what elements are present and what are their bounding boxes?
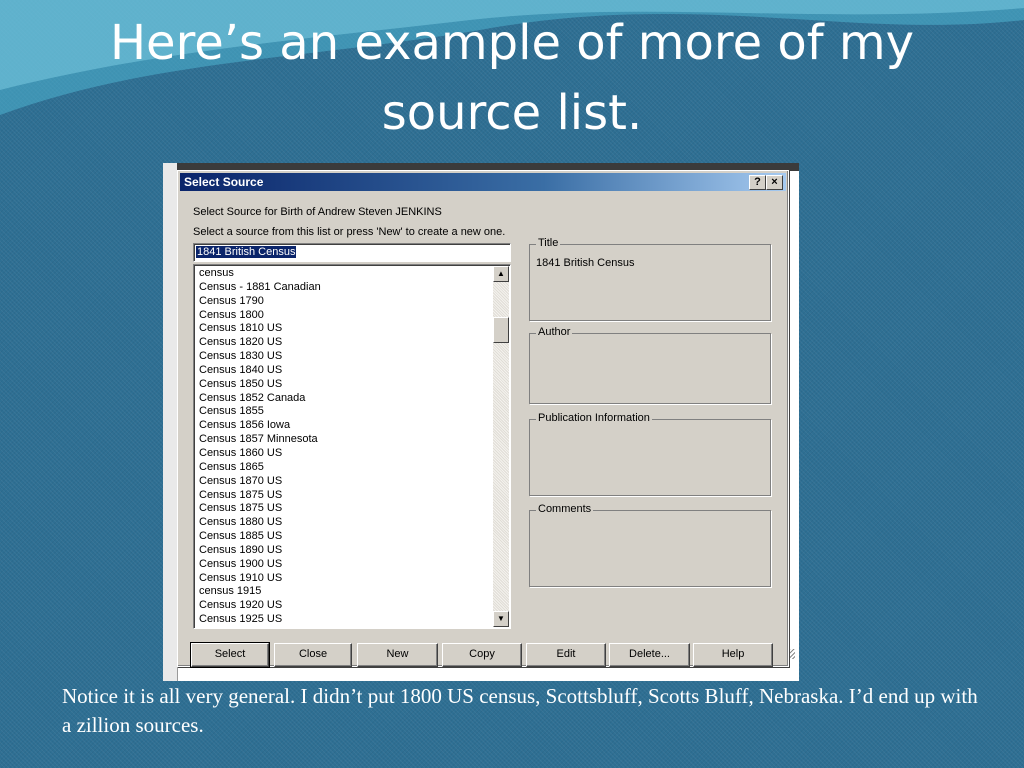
new-button[interactable]: New [357,643,438,667]
select-button[interactable]: Select [190,642,270,668]
list-item[interactable]: Census 1830 US [199,350,489,364]
list-scrollbar[interactable]: ▲ ▼ [493,266,509,627]
dialog-instruction: Select a source from this list or press … [193,226,506,238]
title-group-value: 1841 British Census [536,257,635,269]
publication-group: Publication Information [529,412,771,496]
list-item[interactable]: census 1915 [199,585,489,599]
scroll-up-icon[interactable]: ▲ [493,266,509,282]
background-window-edge [163,163,178,681]
close-button[interactable]: Close [274,643,352,667]
list-item[interactable]: Census 1920 US [199,599,489,613]
list-item[interactable]: Census 1852 Canada [199,392,489,406]
publication-group-label: Publication Information [536,412,652,424]
comments-group: Comments [529,503,771,587]
dialog-titlebar[interactable]: Select Source ? × [180,173,786,191]
list-item[interactable]: Census 1790 [199,295,489,309]
list-item[interactable]: Census 1810 US [199,322,489,336]
source-search-input[interactable]: 1841 British Census [193,243,511,262]
close-icon[interactable]: × [766,175,783,190]
list-item[interactable]: Census 1855 [199,405,489,419]
copy-button[interactable]: Copy [442,643,522,667]
source-list-items: census Census - 1881 Canadian Census 1790 C… [199,267,489,627]
help-icon[interactable]: ? [749,175,766,190]
list-item[interactable]: Census 1925 US [199,613,489,627]
scroll-thumb[interactable] [493,317,509,343]
list-item[interactable]: Census 1870 US [199,475,489,489]
slide-title: Here’s an example of more of my source l… [109,15,915,141]
list-item[interactable]: Census 1857 Minnesota [199,433,489,447]
select-source-dialog: Select Source ? × Select Source for Birt… [177,170,789,668]
author-group-label: Author [536,326,573,338]
comments-group-label: Comments [536,503,594,515]
list-item[interactable]: Census 1875 US [199,489,489,503]
list-item[interactable]: Census 1860 US [199,447,489,461]
list-item[interactable]: Census 1880 US [199,516,489,530]
source-listbox[interactable]: census Census - 1881 Canadian Census 1790 C… [193,264,511,629]
list-item[interactable]: Census 1885 US [199,530,489,544]
delete-button[interactable]: Delete... [609,643,690,667]
title-group: Title 1841 British Census [529,237,771,321]
list-item[interactable]: Census 1800 [199,309,489,323]
list-item[interactable]: Census 1820 US [199,336,489,350]
help-button[interactable]: Help [693,643,773,667]
scroll-down-icon[interactable]: ▼ [493,611,509,627]
list-item[interactable]: Census 1890 US [199,544,489,558]
list-item[interactable]: Census - 1881 Canadian [199,281,489,295]
screenshot-image: Select Source ? × Select Source for Birt… [163,163,799,681]
slide-caption: Notice it is all very general. I didn’t … [62,684,978,737]
list-item[interactable]: Census 1900 US [199,558,489,572]
list-item[interactable]: Census 1865 [199,461,489,475]
list-item[interactable]: Census 1910 US [199,572,489,586]
dialog-title: Select Source [184,175,264,189]
title-group-label: Title [536,237,561,249]
author-group: Author [529,326,771,404]
list-item[interactable]: Census 1850 US [199,378,489,392]
source-search-value: 1841 British Census [196,246,297,258]
list-item[interactable]: census [199,267,489,281]
list-item[interactable]: Census 1856 Iowa [199,419,489,433]
list-item[interactable]: Census 1875 US [199,502,489,516]
dialog-heading: Select Source for Birth of Andrew Steven… [193,206,442,218]
edit-button[interactable]: Edit [526,643,606,667]
list-item[interactable]: Census 1840 US [199,364,489,378]
